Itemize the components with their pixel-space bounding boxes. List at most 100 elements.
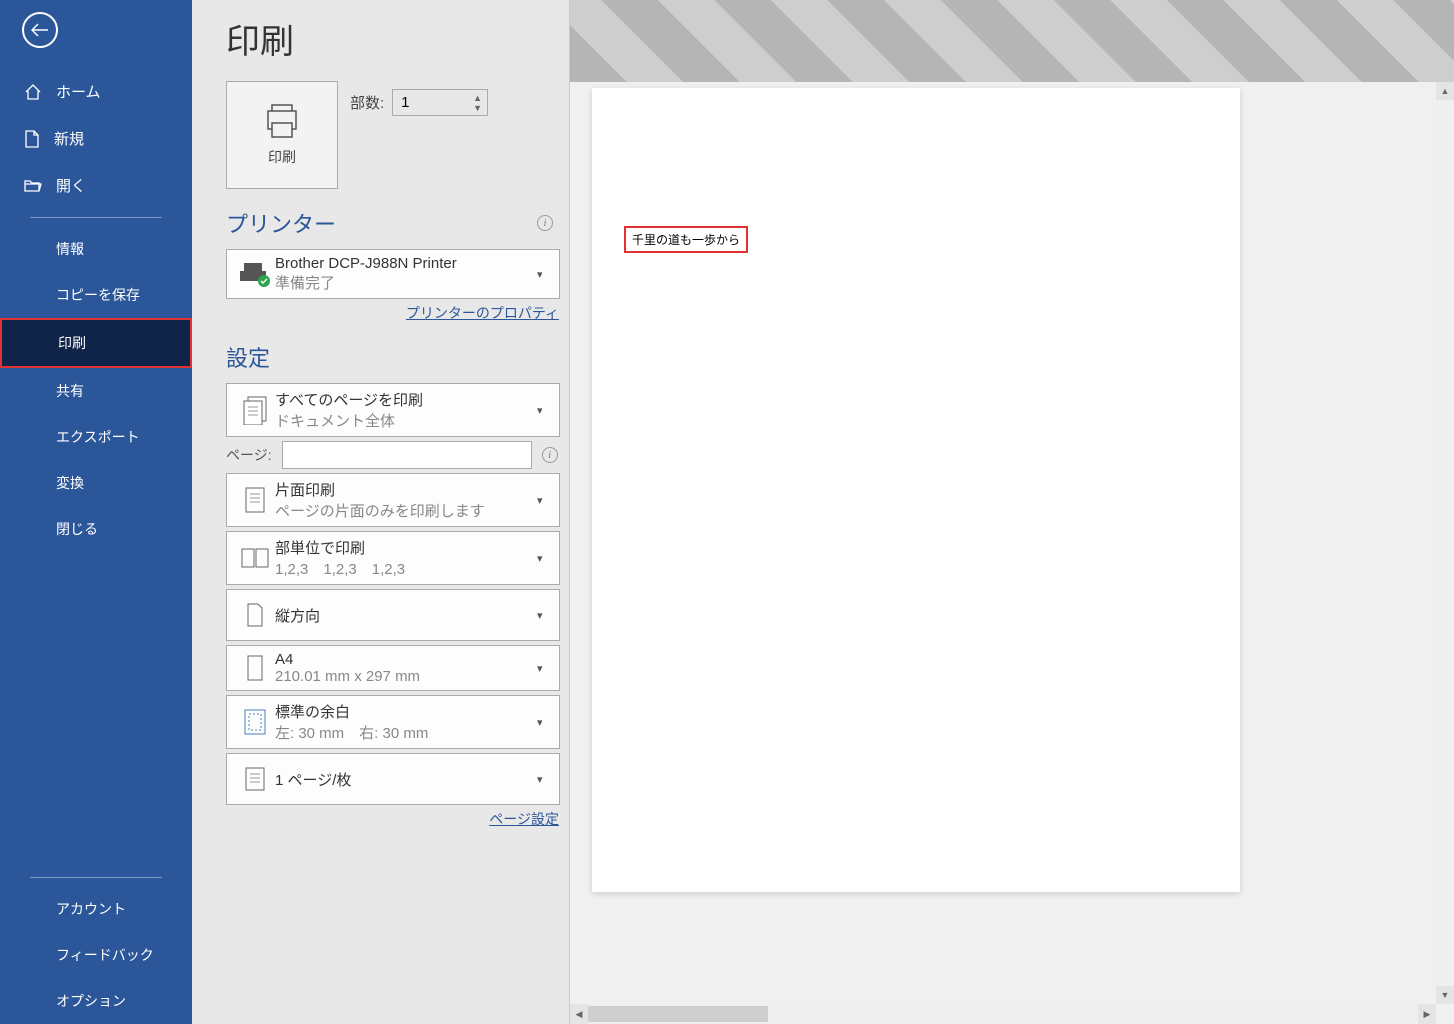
print-button[interactable]: 印刷 xyxy=(226,81,338,189)
chevron-down-icon: ▾ xyxy=(537,716,551,729)
chevron-down-icon: ▾ xyxy=(537,494,551,507)
nav-save-copy[interactable]: コピーを保存 xyxy=(0,272,192,318)
nav-account-label: アカウント xyxy=(56,899,126,919)
collate-title: 部単位で印刷 xyxy=(275,537,537,558)
pages-per-sheet-title: 1 ページ/枚 xyxy=(275,769,537,790)
print-side-selector[interactable]: 片面印刷 ページの片面のみを印刷します ▾ xyxy=(226,473,560,527)
printer-section-header: プリンター i xyxy=(226,207,569,239)
printer-properties-link[interactable]: プリンターのプロパティ xyxy=(406,305,559,321)
back-button[interactable] xyxy=(22,12,58,48)
nav-export[interactable]: エクスポート xyxy=(0,414,192,460)
nav-export-label: エクスポート xyxy=(56,427,140,447)
folder-open-icon xyxy=(24,178,42,194)
nav-open-label: 開く xyxy=(56,175,86,196)
pages-label: ページ: xyxy=(226,445,272,465)
copies-spinner[interactable]: ▲▼ xyxy=(473,90,485,115)
preview-viewport[interactable]: 千里の道も一歩から xyxy=(570,82,1454,1024)
single-side-icon xyxy=(235,485,275,515)
backstage-sidebar: ホーム 新規 開く 情報 コピーを保存 印刷 共有 エクスポート 変換 閉じる … xyxy=(0,0,192,1024)
pages-input[interactable] xyxy=(282,441,532,469)
settings-section-title: 設定 xyxy=(226,341,270,373)
printer-name: Brother DCP-J988N Printer xyxy=(275,255,537,272)
nav-print[interactable]: 印刷 xyxy=(0,318,192,368)
nav-open[interactable]: 開く xyxy=(0,162,192,209)
one-per-sheet-icon xyxy=(235,766,275,792)
nav-options[interactable]: オプション xyxy=(0,978,192,1024)
printer-status: 準備完了 xyxy=(275,272,537,293)
sidebar-divider xyxy=(30,217,162,218)
paper-size-selector[interactable]: A4 210.01 mm x 297 mm ▾ xyxy=(226,645,560,691)
print-button-label: 印刷 xyxy=(268,147,296,167)
chevron-down-icon: ▾ xyxy=(537,773,551,786)
nav-options-label: オプション xyxy=(56,991,126,1011)
print-settings-panel: 印刷 印刷 部数: 1 ▲▼ プリンター i Brother xyxy=(192,0,570,1024)
spinner-down-icon[interactable]: ▼ xyxy=(473,103,485,113)
vertical-scrollbar[interactable]: ▲ ▼ xyxy=(1436,82,1454,1004)
nav-share[interactable]: 共有 xyxy=(0,368,192,414)
print-range-subtitle: ドキュメント全体 xyxy=(275,410,537,431)
margin-title: 標準の余白 xyxy=(275,701,537,722)
print-range-title: すべてのページを印刷 xyxy=(275,389,537,410)
orientation-selector[interactable]: 縦方向 ▾ xyxy=(226,589,560,641)
printer-selector[interactable]: Brother DCP-J988N Printer 準備完了 ▾ xyxy=(226,249,560,299)
nav-transform[interactable]: 変換 xyxy=(0,460,192,506)
spinner-up-icon[interactable]: ▲ xyxy=(473,93,485,103)
document-header-graphic xyxy=(570,0,1454,82)
preview-text-highlight: 千里の道も一歩から xyxy=(624,226,748,253)
chevron-down-icon: ▾ xyxy=(537,609,551,622)
scroll-right-icon[interactable]: ▶ xyxy=(1418,1004,1436,1024)
printer-section-title: プリンター xyxy=(226,207,336,239)
portrait-icon xyxy=(235,602,275,628)
printer-icon xyxy=(262,103,302,139)
copies-value: 1 xyxy=(401,94,409,111)
preview-text: 千里の道も一歩から xyxy=(632,233,740,247)
sidebar-divider-bottom xyxy=(30,877,162,878)
print-preview-area: 千里の道も一歩から ▲ ▼ ◀ ▶ xyxy=(570,0,1454,1024)
nav-info-label: 情報 xyxy=(56,239,84,259)
scroll-down-icon[interactable]: ▼ xyxy=(1436,986,1454,1004)
home-icon xyxy=(24,83,42,101)
scroll-left-icon[interactable]: ◀ xyxy=(570,1004,588,1024)
chevron-down-icon: ▾ xyxy=(537,268,551,281)
nav-info[interactable]: 情報 xyxy=(0,226,192,272)
printer-status-icon xyxy=(235,259,275,289)
nav-close-label: 閉じる xyxy=(56,519,98,539)
chevron-down-icon: ▾ xyxy=(537,404,551,417)
nav-close[interactable]: 閉じる xyxy=(0,506,192,552)
main-area: 印刷 印刷 部数: 1 ▲▼ プリンター i Brother xyxy=(192,0,1454,1024)
nav-new[interactable]: 新規 xyxy=(0,115,192,162)
collate-subtitle: 1,2,3 1,2,3 1,2,3 xyxy=(275,558,537,579)
nav-home-label: ホーム xyxy=(56,81,101,102)
paper-size-title: A4 xyxy=(275,651,537,668)
print-range-selector[interactable]: すべてのページを印刷 ドキュメント全体 ▾ xyxy=(226,383,560,437)
arrow-left-icon xyxy=(31,23,49,37)
margin-subtitle: 左: 30 mm 右: 30 mm xyxy=(275,722,537,743)
nav-transform-label: 変換 xyxy=(56,473,84,493)
margin-icon xyxy=(235,708,275,736)
margin-selector[interactable]: 標準の余白 左: 30 mm 右: 30 mm ▾ xyxy=(226,695,560,749)
pages-per-sheet-selector[interactable]: 1 ページ/枚 ▾ xyxy=(226,753,560,805)
orientation-title: 縦方向 xyxy=(275,605,537,626)
document-icon xyxy=(24,130,40,148)
page-setup-link[interactable]: ページ設定 xyxy=(489,811,559,827)
nav-feedback[interactable]: フィードバック xyxy=(0,932,192,978)
page-title: 印刷 xyxy=(226,14,569,63)
nav-account[interactable]: アカウント xyxy=(0,886,192,932)
settings-section-header: 設定 xyxy=(226,341,569,373)
horizontal-scrollbar[interactable]: ◀ ▶ xyxy=(570,1004,1436,1024)
copies-input[interactable]: 1 ▲▼ xyxy=(392,89,488,116)
chevron-down-icon: ▾ xyxy=(537,552,551,565)
nav-share-label: 共有 xyxy=(56,381,84,401)
info-icon[interactable]: i xyxy=(537,215,553,231)
copies-label: 部数: xyxy=(350,92,384,113)
pages-icon xyxy=(235,395,275,425)
nav-new-label: 新規 xyxy=(54,128,84,149)
print-side-subtitle: ページの片面のみを印刷します xyxy=(275,500,537,521)
chevron-down-icon: ▾ xyxy=(537,662,551,675)
scrollbar-thumb[interactable] xyxy=(588,1006,768,1022)
collate-selector[interactable]: 部単位で印刷 1,2,3 1,2,3 1,2,3 ▾ xyxy=(226,531,560,585)
collate-icon xyxy=(235,545,275,571)
nav-home[interactable]: ホーム xyxy=(0,68,192,115)
scroll-up-icon[interactable]: ▲ xyxy=(1436,82,1454,100)
info-icon[interactable]: i xyxy=(542,447,558,463)
